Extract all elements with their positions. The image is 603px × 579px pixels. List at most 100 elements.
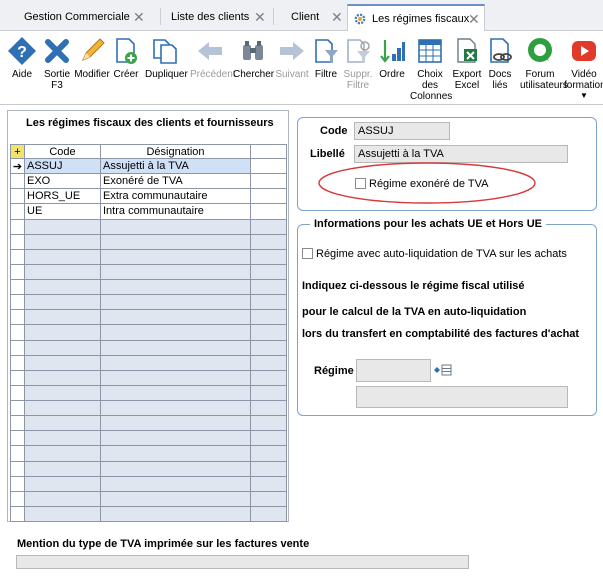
empty-row[interactable] [10,309,287,326]
empty-row[interactable] [10,339,287,356]
table-row[interactable]: HORS_UE Extra communautaire [10,188,287,205]
cell-code[interactable]: UE [24,203,101,220]
choose-columns-button[interactable]: Choix des Colonnes [410,31,452,102]
empty-row[interactable] [10,369,287,386]
tool-label: Aide [11,69,32,80]
toolbar-divider [0,104,603,105]
arrow-left-icon [198,42,222,60]
sort-order-icon [380,40,405,63]
empty-row[interactable] [10,324,287,341]
empty-row[interactable] [10,263,287,281]
empty-row[interactable] [10,354,287,371]
tool-label: Dupliquer [145,69,188,80]
close-x-icon [45,39,69,63]
empty-row[interactable] [10,475,287,492]
forum-icon [528,38,552,62]
cell-designation[interactable]: Assujetti à la TVA [100,157,251,175]
cell-code[interactable]: HORS_UE [24,188,101,205]
filter-icon [315,39,338,63]
cell-empty [250,188,287,205]
help-diamond-icon: ? [8,37,36,65]
empty-row[interactable] [10,218,287,235]
binoculars-icon [243,41,263,60]
tab-gestion-commerciale[interactable]: Gestion Commerciale ✕ [14,4,160,31]
empty-row[interactable] [10,430,287,447]
video-training-button[interactable]: Vidéo formation ▼ [564,31,603,100]
code-field[interactable]: ASSUJ [354,122,450,140]
cell-empty [250,157,287,175]
tab-separator [273,8,274,25]
row-indicator [10,173,25,190]
tab-client[interactable]: Client ✕ [281,4,347,31]
empty-row[interactable] [10,294,287,311]
chevron-down-icon[interactable]: ▼ [564,91,603,100]
tool-label: Choix [417,69,443,80]
empty-row[interactable] [10,248,287,265]
ue-group-title: Informations pour les achats UE et Hors … [310,218,546,230]
libelle-label: Libellé [310,148,345,160]
empty-row[interactable] [10,505,287,523]
close-icon[interactable]: ✕ [133,4,145,30]
tab-les-regimes-fiscaux[interactable]: Les régimes fiscaux ✕ [347,4,485,31]
list-picker-icon-svg [434,364,452,376]
cell-code[interactable]: ASSUJ [24,157,101,175]
regime-description-field[interactable] [356,386,568,408]
cell-code[interactable]: EXO [24,173,101,190]
empty-row[interactable] [10,460,287,477]
search-button[interactable]: Chercher [233,31,275,80]
close-icon[interactable]: ✕ [331,4,343,30]
table-row[interactable]: ➔ ASSUJ Assujetti à la TVA [10,157,287,175]
cell-designation[interactable]: Exonéré de TVA [100,173,251,190]
tool-label-2: des [421,80,439,91]
column-header-designation[interactable]: Désignation [100,144,251,159]
cell-designation[interactable]: Extra communautaire [100,188,251,205]
tool-label: Docs [488,69,512,80]
ue-info-line-3: lors du transfert en comptabilité des fa… [302,328,580,340]
column-header-code[interactable]: Code [24,144,101,159]
autoliq-checkbox[interactable] [302,248,313,259]
table-row[interactable]: EXO Exonéré de TVA [10,173,287,190]
previous-button[interactable]: Précédent [190,31,236,80]
panel-title: Les régimes fiscaux des clients et fourn… [26,117,274,129]
order-button[interactable]: Ordre [372,31,412,80]
close-icon[interactable]: ✕ [254,4,266,30]
empty-row[interactable] [10,384,287,402]
new-document-icon [116,38,137,64]
tool-label: Forum [525,69,555,80]
empty-row[interactable] [10,415,287,432]
exit-button[interactable]: Sortie F3 [37,31,77,91]
ue-info-line-1: Indiquez ci-dessous le régime fiscal uti… [302,280,525,292]
create-button[interactable]: Créer [106,31,146,80]
duplicate-button[interactable]: Dupliquer [145,31,188,80]
current-row-arrow-icon: ➔ [10,157,25,175]
tab-label: Les régimes fiscaux [372,13,470,25]
tool-label-2: liés [492,80,508,91]
regime-field[interactable] [356,359,431,382]
exonere-checkbox[interactable] [355,178,366,189]
cell-designation[interactable]: Intra communautaire [100,203,251,220]
empty-row[interactable] [10,233,287,250]
help-button[interactable]: ? Aide [2,31,42,80]
mention-field[interactable] [16,555,469,569]
list-picker-icon[interactable] [434,364,452,376]
row-indicator [10,188,25,205]
duplicate-icon [153,39,177,64]
empty-row[interactable] [10,278,287,296]
empty-row[interactable] [10,399,287,417]
autoliq-label: Régime avec auto-liquidation de TVA sur … [316,248,567,260]
linked-docs-icon [490,38,512,63]
cell-empty [250,203,287,220]
tab-liste-des-clients[interactable]: Liste des clients ✕ [161,4,273,31]
tab-label: Liste des clients [171,11,250,23]
excel-icon [457,38,477,63]
tool-label: Chercher [233,69,275,80]
tool-label-2: utilisateurs [520,80,568,91]
table-row[interactable]: UE Intra communautaire [10,203,287,220]
empty-row[interactable] [10,445,287,462]
empty-row[interactable] [10,490,287,507]
gear-icon [354,13,366,25]
add-row-icon[interactable]: + [10,144,25,159]
close-icon[interactable]: ✕ [468,6,480,32]
linked-docs-button[interactable]: Docs liés [480,31,520,91]
forum-button[interactable]: Forum utilisateurs [520,31,568,91]
